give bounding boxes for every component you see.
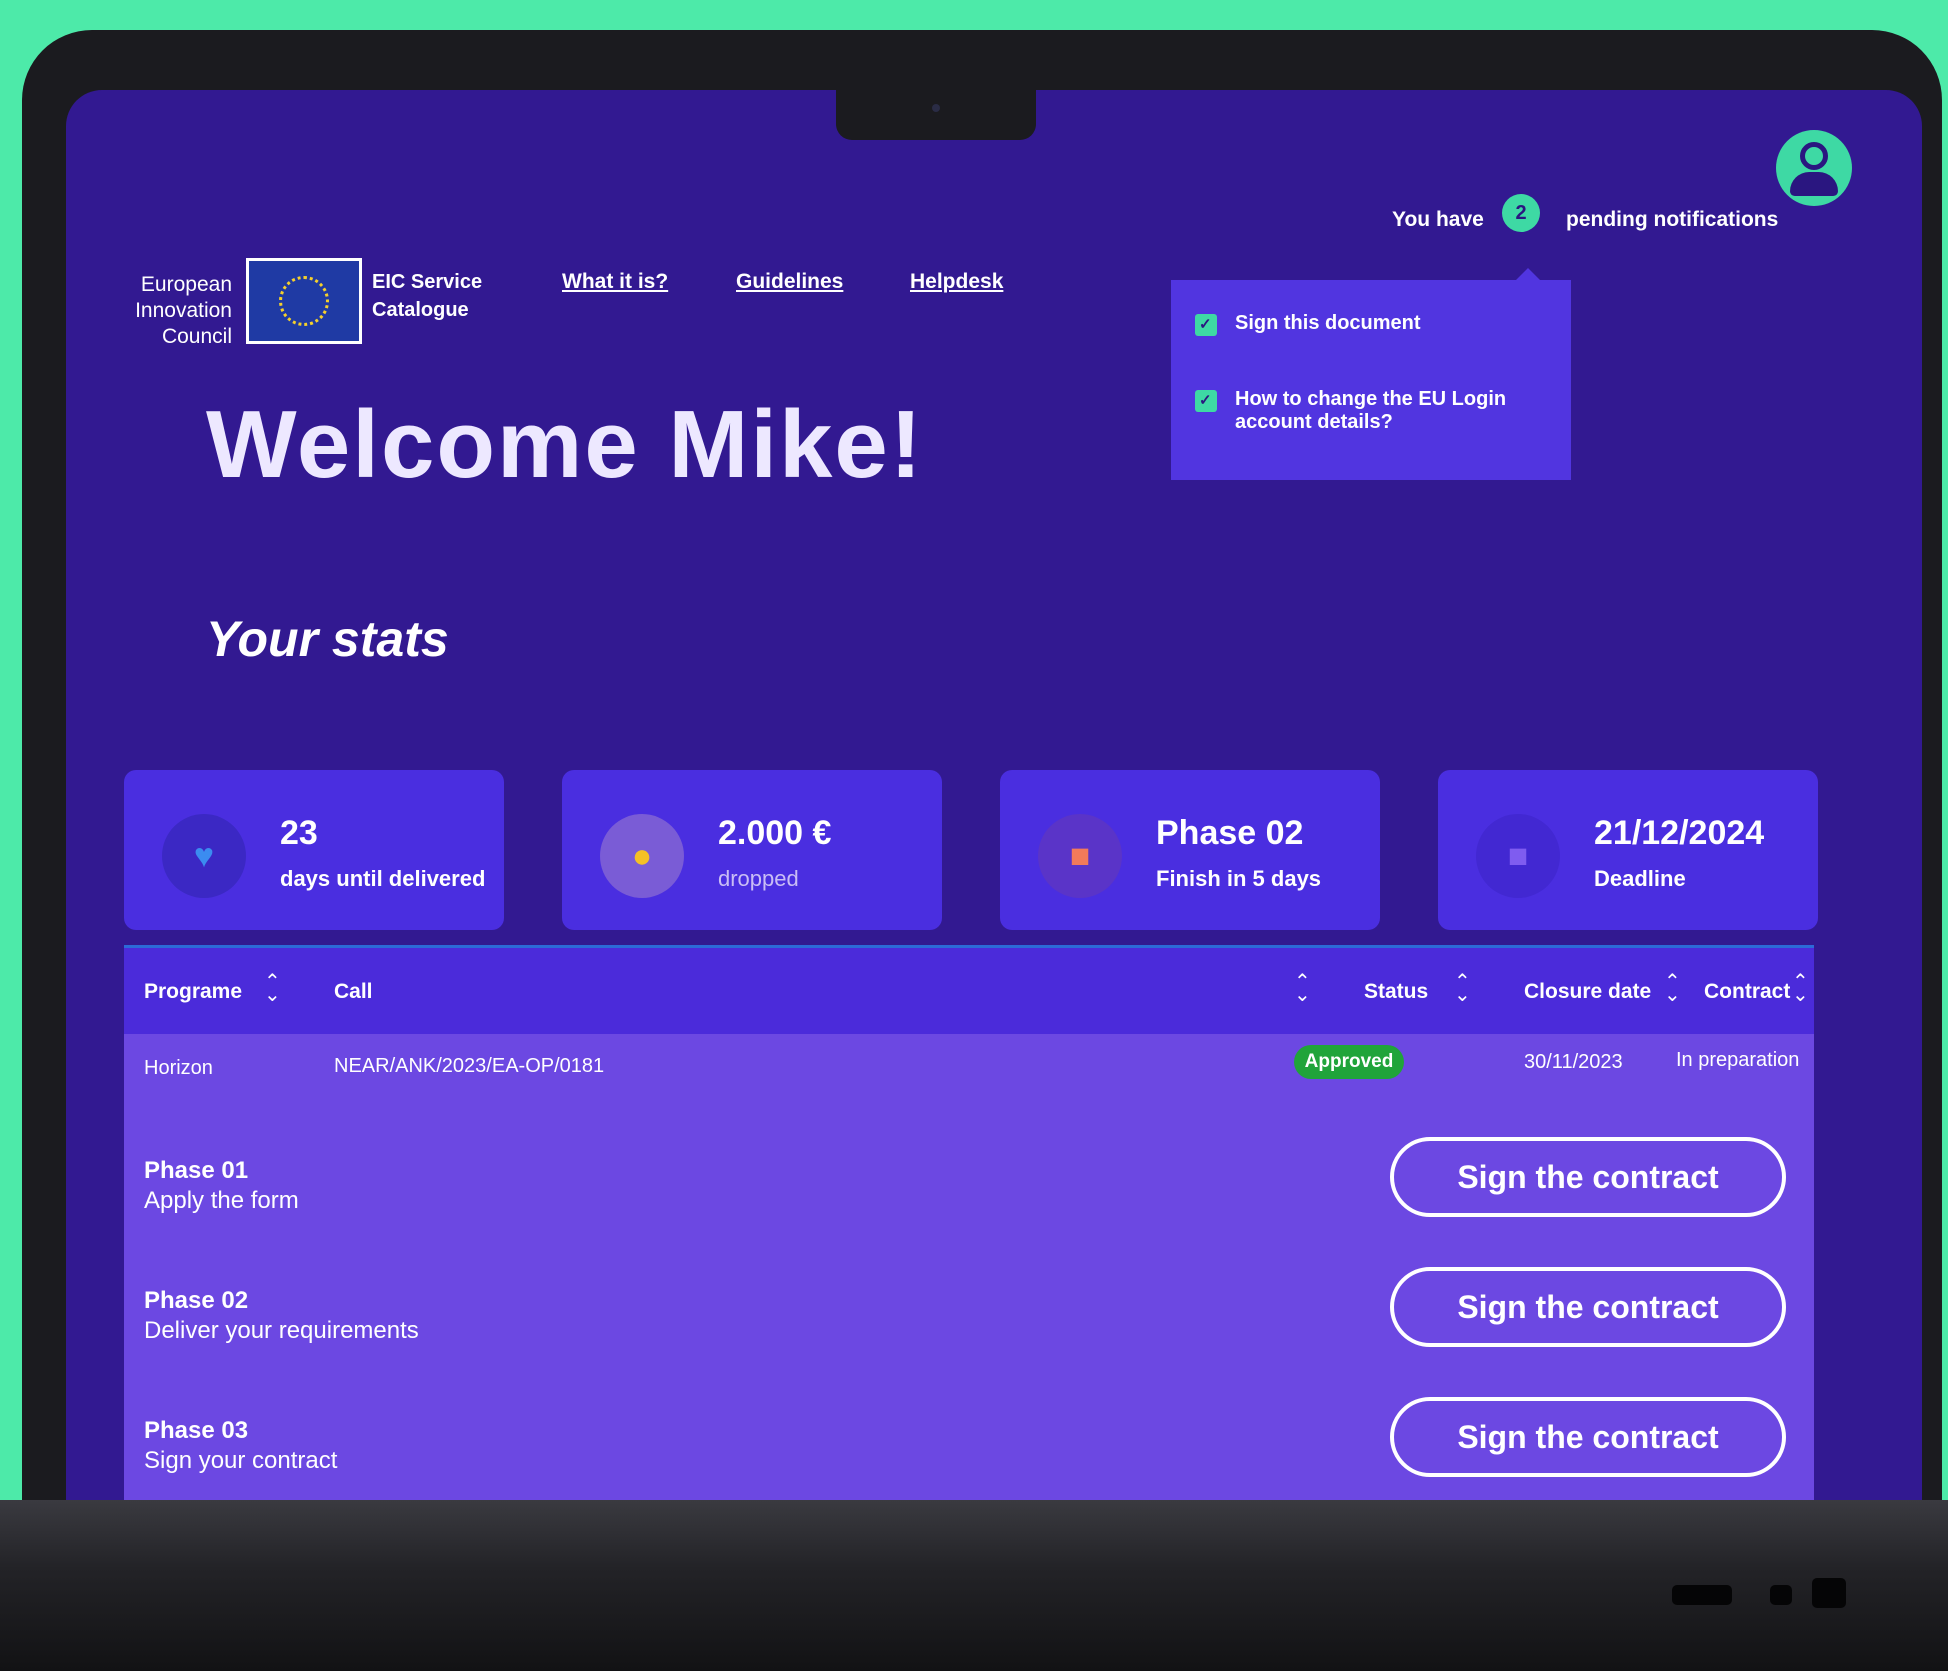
calendar-check-icon bbox=[1195, 314, 1217, 336]
col-status[interactable]: Status bbox=[1364, 980, 1428, 1004]
sort-icon[interactable]: ⌃ ⌄ bbox=[1792, 972, 1809, 1005]
nav-what-it-is[interactable]: What it is? bbox=[562, 270, 668, 294]
bag-icon: ■ bbox=[1038, 814, 1122, 898]
phase-subtitle: Apply the form bbox=[144, 1187, 299, 1214]
eu-stars-icon bbox=[279, 276, 329, 326]
piggy-bank-icon: ● bbox=[600, 814, 684, 898]
logo-line: Council bbox=[161, 325, 232, 348]
phase-subtitle: Sign your contract bbox=[144, 1447, 338, 1474]
phase-title: Phase 03 bbox=[144, 1417, 249, 1444]
notifications-prefix: You have bbox=[1392, 208, 1484, 231]
stat-card: ■ 21/12/2024 Deadline bbox=[1438, 770, 1818, 930]
briefcase-icon: ■ bbox=[1476, 814, 1560, 898]
phase-title: Phase 02 bbox=[144, 1287, 249, 1314]
sign-contract-button[interactable]: Sign the contract bbox=[1390, 1267, 1786, 1347]
sort-icon[interactable]: ⌃ ⌄ bbox=[1454, 972, 1471, 1005]
sign-contract-button[interactable]: Sign the contract bbox=[1390, 1137, 1786, 1217]
stat-value: 23 bbox=[280, 814, 318, 852]
sort-icon[interactable]: ⌃ ⌄ bbox=[264, 972, 281, 1005]
app-screen: European Innovation Council EIC Service … bbox=[66, 90, 1922, 1530]
camera-dot bbox=[932, 104, 940, 112]
notifications-count-badge[interactable]: 2 bbox=[1502, 194, 1540, 232]
notifications-dropdown: Sign this document How to change the EU … bbox=[1171, 268, 1571, 480]
col-programe[interactable]: Programe bbox=[144, 980, 242, 1004]
logo-line: European bbox=[140, 273, 232, 296]
notification-text: How to change the EU Login account detai… bbox=[1235, 388, 1507, 433]
phase-title: Phase 01 bbox=[144, 1157, 249, 1184]
nav-guidelines[interactable]: Guidelines bbox=[736, 270, 843, 294]
nav-helpdesk[interactable]: Helpdesk bbox=[910, 270, 1003, 294]
eic-logo-text: European Innovation Council bbox=[122, 272, 232, 350]
laptop-bezel: European Innovation Council EIC Service … bbox=[22, 30, 1942, 1550]
laptop-base bbox=[0, 1500, 1948, 1671]
port-icon bbox=[1812, 1578, 1846, 1608]
status-badge: Approved bbox=[1294, 1045, 1404, 1079]
stat-value: 21/12/2024 bbox=[1594, 814, 1765, 852]
notifications-suffix: pending notifications bbox=[1566, 208, 1779, 231]
stat-card: ■ Phase 02 Finish in 5 days bbox=[1000, 770, 1380, 930]
col-call[interactable]: Call bbox=[334, 980, 373, 1004]
notification-item[interactable]: How to change the EU Login account detai… bbox=[1195, 388, 1555, 434]
cell-closure-date: 30/11/2023 bbox=[1524, 1051, 1623, 1073]
avatar-head bbox=[1800, 142, 1828, 170]
col-closure-date[interactable]: Closure date bbox=[1524, 980, 1651, 1004]
stat-value: Phase 02 bbox=[1156, 814, 1304, 852]
usb-port-icon bbox=[1672, 1585, 1732, 1605]
stat-card: ● 2.000 € dropped bbox=[562, 770, 942, 930]
cell-call: NEAR/ANK/2023/EA-OP/0181 bbox=[334, 1055, 605, 1077]
heart-icon: ♥ bbox=[162, 814, 246, 898]
stat-label: Deadline bbox=[1594, 866, 1686, 891]
service-name: EIC Service Catalogue bbox=[372, 271, 483, 321]
stats-heading: Your stats bbox=[206, 611, 449, 667]
stat-value: 2.000 € bbox=[718, 814, 832, 852]
welcome-heading: Welcome Mike! bbox=[206, 391, 924, 498]
eu-flag-logo bbox=[246, 258, 362, 344]
table-header: Programe ⌃ ⌄ Call ⌃ ⌄ Status ⌃ ⌄ Closure da… bbox=[124, 945, 1814, 1034]
camera-notch bbox=[836, 90, 1036, 140]
avatar-body bbox=[1790, 172, 1838, 196]
cell-programe: Horizon bbox=[144, 1057, 213, 1079]
sign-contract-button[interactable]: Sign the contract bbox=[1390, 1397, 1786, 1477]
logo-line: Innovation bbox=[135, 299, 232, 322]
cell-contract: In preparation bbox=[1676, 1049, 1800, 1071]
sort-icon[interactable]: ⌃ ⌄ bbox=[1664, 972, 1681, 1005]
phase-subtitle: Deliver your requirements bbox=[144, 1317, 419, 1344]
stat-label: Finish in 5 days bbox=[1156, 866, 1322, 891]
port-icon bbox=[1770, 1585, 1792, 1605]
user-avatar-icon[interactable] bbox=[1776, 130, 1852, 206]
stat-card: ♥ 23 days until delivered bbox=[124, 770, 504, 930]
notification-text: Sign this document bbox=[1235, 312, 1421, 334]
col-contract[interactable]: Contract bbox=[1704, 980, 1790, 1004]
sort-icon[interactable]: ⌃ ⌄ bbox=[1294, 972, 1311, 1005]
stat-label: dropped bbox=[718, 866, 799, 891]
stat-label: days until delivered bbox=[280, 866, 486, 891]
notification-item[interactable]: Sign this document bbox=[1195, 312, 1555, 336]
projects-table: Programe ⌃ ⌄ Call ⌃ ⌄ Status ⌃ ⌄ Closure da… bbox=[124, 945, 1814, 1530]
calendar-check-icon bbox=[1195, 390, 1217, 412]
